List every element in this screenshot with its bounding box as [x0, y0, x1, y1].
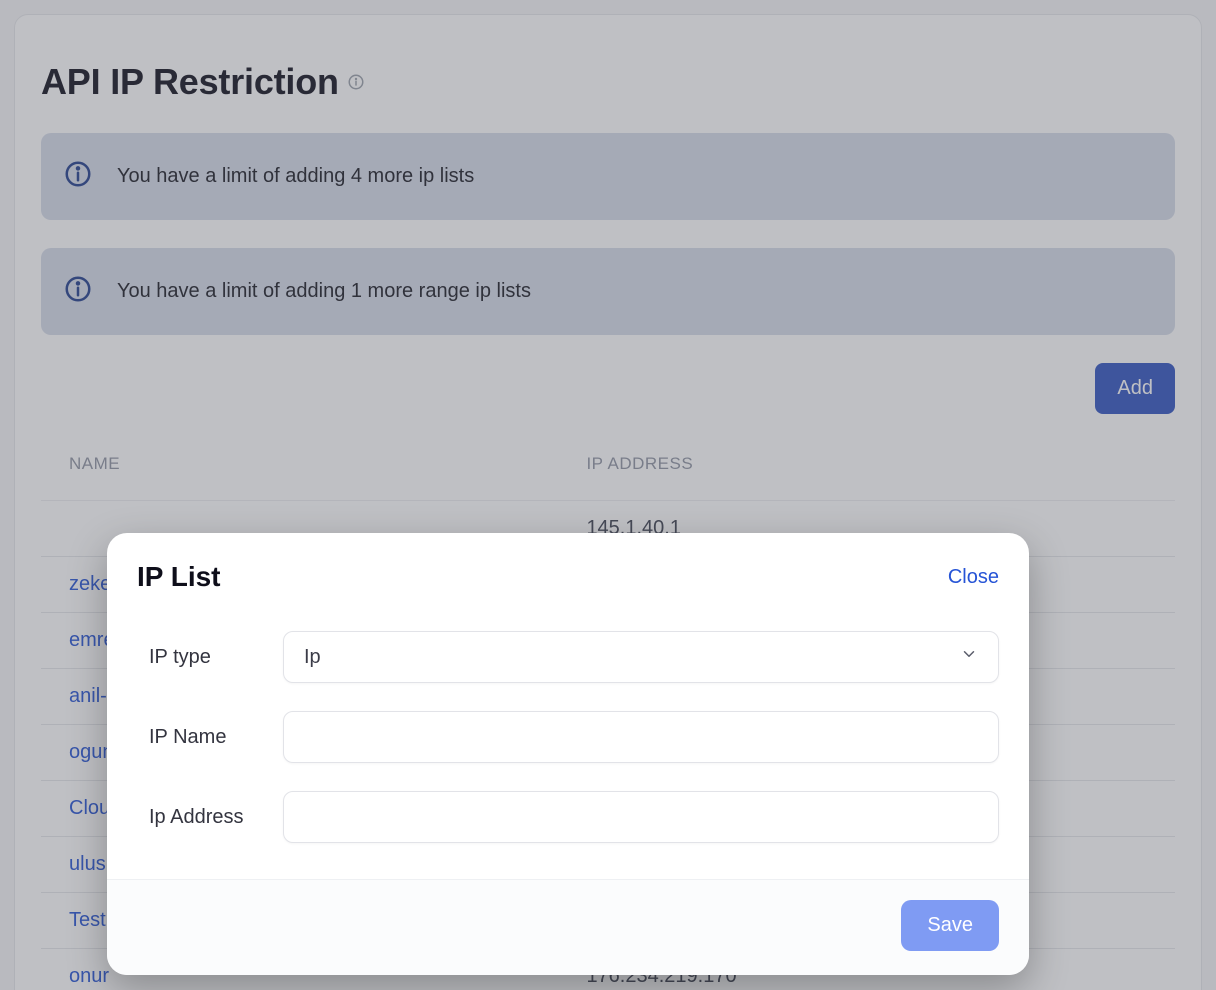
ip-address-row: Ip Address [149, 791, 999, 843]
ip-type-value: Ip [304, 646, 321, 669]
modal-header: IP List Close [107, 533, 1029, 601]
ip-address-input[interactable] [283, 791, 999, 843]
ip-name-label: IP Name [149, 726, 283, 749]
ip-type-row: IP type Ip [149, 631, 999, 683]
modal-body: IP type Ip IP Name Ip Address [107, 601, 1029, 879]
ip-list-modal: IP List Close IP type Ip IP Name [107, 533, 1029, 975]
ip-type-label: IP type [149, 646, 283, 669]
modal-footer: Save [107, 879, 1029, 975]
ip-name-row: IP Name [149, 711, 999, 763]
ip-type-select[interactable]: Ip [283, 631, 999, 683]
ip-name-input[interactable] [283, 711, 999, 763]
chevron-down-icon [960, 645, 978, 669]
ip-address-label: Ip Address [149, 806, 283, 829]
modal-title: IP List [137, 561, 221, 593]
close-button[interactable]: Close [948, 566, 999, 589]
save-button[interactable]: Save [901, 900, 999, 951]
